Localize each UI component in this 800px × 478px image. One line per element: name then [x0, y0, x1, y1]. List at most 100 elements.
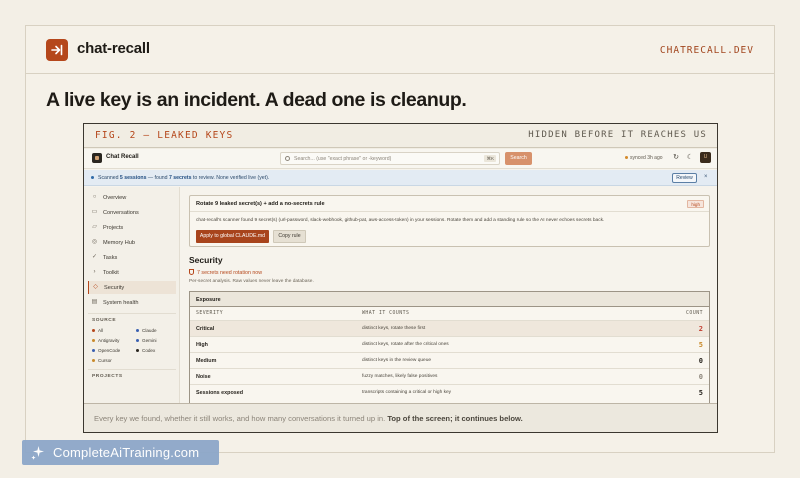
page-frame: chat-recall CHATRECALL.DEV A live key is… — [25, 25, 775, 453]
projects-section-label: PROJECTS — [92, 374, 123, 379]
brand-logo-icon[interactable] — [46, 39, 68, 61]
app-screenshot: Chat Recall Search... (use "exact phrase… — [84, 149, 717, 429]
table-row[interactable]: Noise fuzzy matches, likely false positi… — [190, 368, 709, 384]
figure-panel: FIG. 2 — LEAKED KEYS HIDDEN BEFORE IT RE… — [83, 123, 718, 433]
source-antigravity[interactable]: Antigravity — [92, 338, 119, 343]
sidebar-item-label: Tasks — [103, 254, 118, 261]
source-codex[interactable]: Codex — [136, 348, 155, 353]
banner-prefix: Scanned — [98, 174, 120, 181]
scan-banner: Scanned 5 sessions — found 7 secrets to … — [84, 170, 717, 186]
source-all[interactable]: All — [92, 328, 103, 333]
shield-icon — [189, 269, 194, 275]
row-description: fuzzy matches, likely false positives — [362, 374, 438, 379]
watermark-text: CompleteAiTraining.com — [53, 444, 200, 460]
source-label: All — [98, 328, 104, 333]
sidebar-item-tasks[interactable]: ✓ Tasks — [88, 251, 176, 264]
search-button[interactable]: Search — [505, 152, 532, 165]
source-dot-icon — [92, 359, 95, 363]
source-label: Codex — [142, 348, 156, 353]
column-what-it-counts: WHAT IT COUNTS — [362, 311, 410, 316]
sidebar-divider — [88, 369, 176, 370]
row-severity: Medium — [196, 358, 217, 364]
app-name: Chat Recall — [106, 154, 139, 160]
row-severity: Sessions exposed — [196, 390, 244, 396]
figure-caption: Every key we found, whether it still wor… — [84, 403, 717, 432]
theme-moon-icon[interactable]: ☾ — [686, 154, 694, 162]
sidebar-item-overview[interactable]: ○ Overview — [88, 191, 176, 204]
overview-icon: ○ — [92, 194, 97, 200]
banner-suffix: to review. None verified live (yet). — [191, 174, 270, 181]
row-count: 5 — [698, 388, 703, 397]
source-cursor[interactable]: Cursor — [92, 358, 112, 363]
table-row[interactable]: Sessions exposed transcripts containing … — [190, 384, 709, 400]
sidebar-item-label: Memory Hub — [103, 239, 136, 246]
sidebar-item-label: Toolkit — [103, 269, 119, 276]
figure-title: FIG. 2 — LEAKED KEYS — [95, 130, 234, 141]
search-placeholder: Search... (use "exact phrase" or -keywor… — [294, 155, 392, 162]
sidebar-item-conversations[interactable]: ▭ Conversations — [88, 206, 176, 219]
brand-name[interactable]: chat-recall — [77, 40, 150, 57]
close-icon[interactable]: × — [704, 174, 708, 180]
card-divider — [190, 211, 709, 212]
source-gemini[interactable]: Gemini — [136, 338, 157, 343]
scan-banner-text: Scanned 5 sessions — found 7 secrets to … — [98, 175, 269, 181]
source-dot-icon — [136, 349, 139, 353]
sidebar-item-system-health[interactable]: ▤ System health — [88, 296, 176, 309]
sidebar-item-memory-hub[interactable]: ◎ Memory Hub — [88, 236, 176, 249]
banner-secrets: 7 secrets — [168, 174, 192, 181]
row-severity: High — [196, 342, 208, 348]
sidebar-item-label: Projects — [103, 224, 124, 231]
folder-icon: ▱ — [92, 224, 97, 230]
row-description: distinct keys in the review queue — [362, 358, 432, 363]
health-icon: ▤ — [91, 299, 98, 305]
source-label: Gemini — [142, 338, 157, 343]
app-logo-icon[interactable] — [92, 153, 102, 163]
caption-emphasis: Top of the screen; it continues below. — [387, 414, 523, 423]
severity-badge: high — [687, 200, 704, 208]
memory-icon: ◎ — [91, 239, 98, 245]
sidebar: ○ Overview ▭ Conversations ▱ Projects ◎ Memo… — [84, 187, 180, 429]
avatar[interactable]: U — [700, 152, 711, 163]
source-label: OpenCode — [98, 348, 121, 353]
security-title: Security — [189, 255, 223, 265]
source-opencode[interactable]: OpenCode — [92, 348, 120, 353]
check-icon: ✓ — [91, 254, 98, 260]
column-count: COUNT — [686, 311, 703, 316]
table-row[interactable]: Critical distinct keys, rotate these fir… — [190, 320, 709, 336]
row-severity: Noise — [196, 374, 211, 380]
source-dot-icon — [136, 329, 139, 333]
row-count: 2 — [698, 324, 703, 333]
rule-suggestion-card: Rotate 9 leaked secret(s) + add a no-sec… — [189, 195, 710, 247]
rule-card-title: Rotate 9 leaked secret(s) + add a no-sec… — [196, 201, 325, 207]
sparkle-icon — [31, 446, 44, 460]
page-headline: A live key is an incident. A dead one is… — [46, 89, 467, 111]
site-link[interactable]: CHATRECALL.DEV — [660, 45, 754, 56]
security-note: Per-secret analysis. Raw values never le… — [189, 279, 314, 284]
review-button[interactable]: Review — [672, 173, 697, 183]
table-row[interactable]: Medium distinct keys in the review queue… — [190, 352, 709, 368]
exposure-title: Exposure — [196, 296, 221, 303]
row-count: 5 — [698, 340, 703, 349]
apply-rule-button[interactable]: Apply to global CLAUDE.md — [196, 230, 269, 243]
sidebar-item-label: Overview — [103, 194, 127, 201]
source-section-label: SOURCE — [92, 318, 117, 323]
sidebar-item-security[interactable]: ◇ Security — [88, 281, 176, 294]
copy-rule-button[interactable]: Copy rule — [273, 230, 306, 243]
sync-status: synced 3h ago — [625, 155, 663, 161]
exposure-header: Exposure — [190, 292, 709, 307]
column-severity: SEVERITY — [196, 311, 224, 316]
source-dot-icon — [92, 349, 95, 353]
rule-card-description: chat-recall's scanner found 9 secret(s) … — [196, 218, 605, 223]
sidebar-item-label: Security — [104, 284, 125, 291]
sidebar-item-projects[interactable]: ▱ Projects — [88, 221, 176, 234]
sidebar-item-toolkit[interactable]: › Toolkit — [88, 266, 176, 279]
sync-dot-icon — [625, 156, 628, 160]
banner-middle: — found — [146, 174, 169, 181]
table-row[interactable]: High distinct keys, rotate after the cri… — [190, 336, 709, 352]
row-count: 0 — [698, 372, 703, 381]
search-shortcut: ⌘K — [484, 155, 496, 162]
row-count: 0 — [698, 356, 703, 365]
search-input[interactable]: Search... (use "exact phrase" or -keywor… — [280, 152, 500, 165]
refresh-icon[interactable]: ↻ — [672, 154, 680, 162]
source-claude[interactable]: Claude — [136, 328, 157, 333]
